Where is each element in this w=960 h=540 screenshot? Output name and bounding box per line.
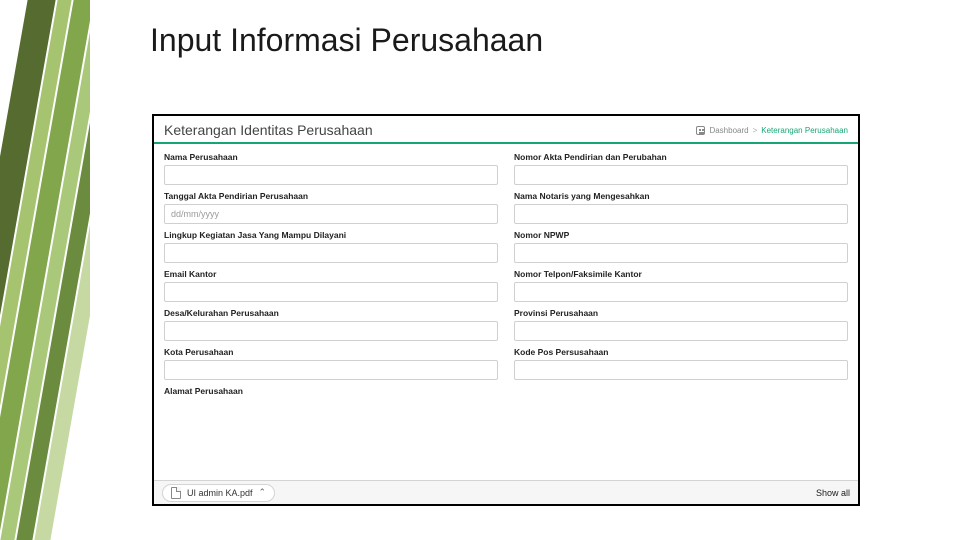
input-email-kantor[interactable] [164, 282, 498, 302]
download-filename: UI admin KA.pdf [187, 488, 253, 498]
input-telpon[interactable] [514, 282, 848, 302]
input-tanggal-akta[interactable] [164, 204, 498, 224]
label-nomor-akta: Nomor Akta Pendirian dan Perubahan [514, 152, 848, 162]
label-npwp: Nomor NPWP [514, 230, 848, 240]
input-nomor-akta[interactable] [514, 165, 848, 185]
dashboard-icon [696, 126, 705, 135]
label-nama-notaris: Nama Notaris yang Mengesahkan [514, 191, 848, 201]
label-alamat: Alamat Perusahaan [164, 386, 848, 396]
decorative-stripes [0, 0, 90, 540]
breadcrumb-dashboard[interactable]: Dashboard [709, 126, 748, 135]
app-header: Keterangan Identitas Perusahaan Dashboar… [154, 116, 858, 144]
page-title: Keterangan Identitas Perusahaan [164, 122, 373, 138]
app-screenshot-frame: Keterangan Identitas Perusahaan Dashboar… [152, 114, 860, 506]
label-email-kantor: Email Kantor [164, 269, 498, 279]
label-kota: Kota Perusahaan [164, 347, 498, 357]
breadcrumb-current: Keterangan Perusahaan [761, 126, 848, 135]
input-lingkup[interactable] [164, 243, 498, 263]
input-npwp[interactable] [514, 243, 848, 263]
label-nama-perusahaan: Nama Perusahaan [164, 152, 498, 162]
input-provinsi[interactable] [514, 321, 848, 341]
label-provinsi: Provinsi Perusahaan [514, 308, 848, 318]
company-info-form: Nama Perusahaan Nomor Akta Pendirian dan… [154, 144, 858, 399]
label-tanggal-akta: Tanggal Akta Pendirian Perusahaan [164, 191, 498, 201]
download-chip[interactable]: UI admin KA.pdf ⌃ [162, 484, 275, 502]
slide-title: Input Informasi Perusahaan [150, 22, 543, 59]
input-nama-notaris[interactable] [514, 204, 848, 224]
chevron-up-icon: ⌃ [259, 487, 267, 498]
show-all-downloads[interactable]: Show all [816, 488, 850, 498]
input-desa[interactable] [164, 321, 498, 341]
input-kodepos[interactable] [514, 360, 848, 380]
label-kodepos: Kode Pos Persusahaan [514, 347, 848, 357]
input-nama-perusahaan[interactable] [164, 165, 498, 185]
file-icon [171, 487, 181, 499]
label-telpon: Nomor Telpon/Faksimile Kantor [514, 269, 848, 279]
chevron-right-icon: > [753, 126, 758, 135]
input-kota[interactable] [164, 360, 498, 380]
label-lingkup: Lingkup Kegiatan Jasa Yang Mampu Dilayan… [164, 230, 498, 240]
label-desa: Desa/Kelurahan Perusahaan [164, 308, 498, 318]
breadcrumb: Dashboard > Keterangan Perusahaan [696, 126, 848, 135]
browser-download-bar: UI admin KA.pdf ⌃ Show all [154, 480, 858, 504]
